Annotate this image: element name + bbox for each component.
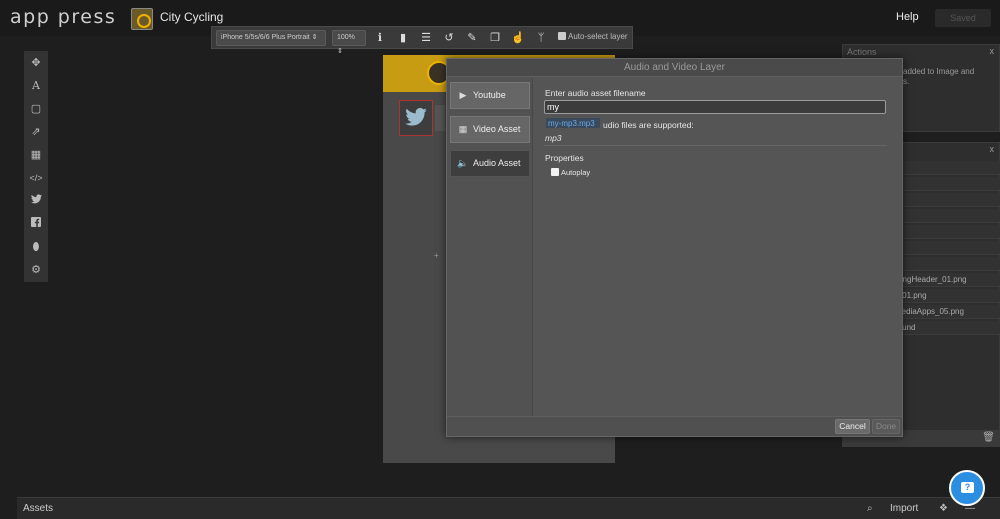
- indent-icon[interactable]: ☰: [419, 31, 433, 45]
- tab-label: Audio Asset: [473, 158, 521, 168]
- tab-youtube[interactable]: ▶ Youtube: [450, 82, 530, 109]
- actions-panel-title: Actions: [847, 47, 877, 57]
- audio-filename-input[interactable]: [544, 100, 886, 114]
- copy-icon[interactable]: ❐: [488, 31, 502, 45]
- wrench-icon[interactable]: ✎: [465, 31, 479, 45]
- facebook-icon[interactable]: [24, 214, 48, 234]
- hand-pointer-icon[interactable]: ☝: [511, 31, 525, 45]
- actions-panel-text: added to Image and: [903, 67, 975, 76]
- app-root: app press City Cycling Help Saved ✥ A ▢ …: [0, 0, 1000, 519]
- tab-label: Video Asset: [473, 124, 521, 134]
- layer-row[interactable]: r_01.png: [889, 289, 1000, 303]
- layer-row[interactable]: clingHeader_01.png: [889, 273, 1000, 287]
- assets-bar: Assets ⌕ Import ❖ —: [17, 497, 1000, 519]
- film-icon[interactable]: ▦: [24, 145, 48, 165]
- audio-video-layer-dialog: Audio and Video Layer ▶ Youtube ▦ Video As…: [446, 58, 903, 437]
- import-button[interactable]: Import: [890, 503, 918, 514]
- cutlery-icon[interactable]: ᛘ: [534, 31, 548, 45]
- shape-icon[interactable]: ▢: [24, 99, 48, 119]
- actions-panel-text: s.: [903, 77, 910, 86]
- help-chat-button[interactable]: ?: [949, 470, 985, 506]
- layer-row[interactable]: ot: [889, 161, 1000, 175]
- twitter-icon[interactable]: [24, 191, 48, 211]
- film-icon: ▦: [458, 124, 468, 134]
- twitter-icon: [405, 108, 427, 126]
- help-link[interactable]: Help: [896, 11, 919, 23]
- move-icon[interactable]: ✥: [24, 53, 48, 73]
- facebook-button-layer[interactable]: [435, 105, 445, 131]
- saved-button[interactable]: Saved: [935, 9, 991, 27]
- assets-label[interactable]: Assets: [23, 503, 53, 514]
- divider: [544, 145, 887, 146]
- autoplay-label[interactable]: Autoplay: [561, 168, 590, 177]
- filename-label: Enter audio asset filename: [545, 88, 646, 98]
- cancel-button[interactable]: Cancel: [835, 419, 870, 434]
- supported-formats-value: mp3: [545, 133, 562, 143]
- dialog-sidebar: ▶ Youtube ▦ Video Asset 🔈 Audio Asset: [447, 78, 533, 416]
- properties-heading: Properties: [545, 153, 584, 163]
- done-button[interactable]: Done: [872, 419, 900, 434]
- tool-palette: ✥ A ▢ ⇗ ▦ </> ⬮ ⚙: [24, 51, 48, 282]
- layer-row[interactable]: round: [889, 321, 1000, 335]
- device-toolbar: iPhone 5/5s/6/6 Plus Portrait ⇕ 100% ⇕ ℹ…: [211, 26, 633, 55]
- device-select[interactable]: iPhone 5/5s/6/6 Plus Portrait ⇕: [216, 30, 326, 46]
- close-icon[interactable]: x: [990, 144, 995, 154]
- youtube-icon: ▶: [459, 90, 467, 100]
- map-pin-icon[interactable]: ⬮: [24, 237, 48, 257]
- dropbox-icon[interactable]: ❖: [939, 503, 948, 514]
- text-icon[interactable]: A: [24, 76, 48, 96]
- layer-row[interactable]: ot: [889, 257, 1000, 271]
- trash-icon[interactable]: 🗑: [982, 432, 995, 443]
- layer-row[interactable]: MediaApps_05.png: [889, 305, 1000, 319]
- tab-label: Youtube: [473, 90, 506, 100]
- dialog-footer: Cancel Done: [447, 416, 902, 436]
- tab-audio-asset[interactable]: 🔈 Audio Asset: [450, 150, 530, 177]
- layer-row[interactable]: ot: [889, 209, 1000, 223]
- auto-select-checkbox[interactable]: [558, 32, 566, 40]
- external-link-icon[interactable]: ⇗: [24, 122, 48, 142]
- tab-video-asset[interactable]: ▦ Video Asset: [450, 116, 530, 143]
- search-icon[interactable]: ⌕: [867, 503, 873, 514]
- question-mark-icon: ?: [964, 482, 971, 492]
- speaker-icon: 🔈: [457, 158, 469, 168]
- layer-row[interactable]: ot: [889, 225, 1000, 239]
- project-thumbnail: [131, 8, 153, 30]
- crosshair-cursor-icon: +: [434, 251, 439, 260]
- dialog-title: Audio and Video Layer: [447, 59, 902, 77]
- autocomplete-suggestion[interactable]: my-mp3.mp3: [545, 117, 601, 129]
- supported-formats-label: udio files are supported:: [603, 120, 694, 130]
- auto-select-toggle[interactable]: Auto-select layer: [558, 32, 628, 41]
- app-logo[interactable]: app press: [10, 6, 116, 28]
- layer-row[interactable]: ot: [889, 177, 1000, 191]
- close-icon[interactable]: x: [990, 46, 995, 56]
- layer-row[interactable]: ot: [889, 193, 1000, 207]
- project-name[interactable]: City Cycling: [160, 10, 223, 24]
- gears-icon[interactable]: ⚙: [24, 260, 48, 280]
- book-icon[interactable]: ▮: [396, 31, 410, 45]
- info-icon[interactable]: ℹ: [373, 31, 387, 45]
- zoom-select[interactable]: 100% ⇕: [332, 30, 366, 55]
- code-icon[interactable]: </>: [24, 168, 48, 188]
- layer-row[interactable]: ot: [889, 241, 1000, 255]
- history-icon[interactable]: ↺: [442, 31, 456, 45]
- twitter-button-layer[interactable]: [399, 100, 433, 136]
- autoplay-checkbox[interactable]: [551, 168, 559, 176]
